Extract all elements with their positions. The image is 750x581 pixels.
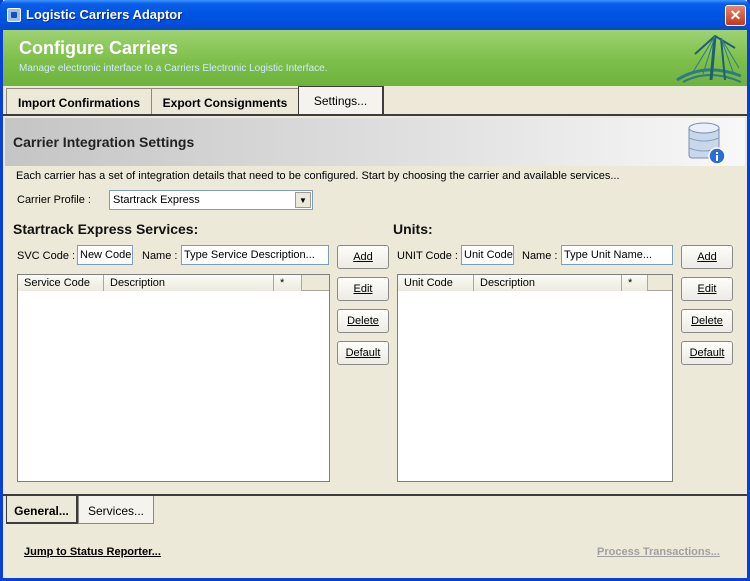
services-heading: Startrack Express Services: bbox=[13, 221, 199, 237]
unit-default-button[interactable]: Default bbox=[681, 341, 733, 365]
close-icon: ✕ bbox=[729, 7, 742, 23]
svc-code-label: SVC Code : bbox=[17, 250, 76, 262]
unit-name-label: Name : bbox=[522, 250, 558, 262]
bottom-tab-strip: General... Services... bbox=[3, 494, 747, 524]
unit-delete-button[interactable]: Delete bbox=[681, 309, 733, 333]
unit-default-label: Default bbox=[689, 347, 725, 359]
tab-import-confirmations[interactable]: Import Confirmations bbox=[6, 88, 152, 114]
dropdown-arrow-icon[interactable]: ▼ bbox=[295, 192, 311, 208]
unit-edit-label: Edit bbox=[697, 283, 717, 295]
svc-code-input[interactable]: New Code bbox=[77, 245, 133, 265]
unit-add-label: Add bbox=[697, 251, 717, 263]
column-service-code[interactable]: Service Code bbox=[18, 275, 104, 291]
carrier-profile-select[interactable]: Startrack Express ▼ bbox=[109, 190, 313, 210]
section-description: Each carrier has a set of integration de… bbox=[16, 170, 620, 182]
column-unit-star[interactable]: * bbox=[622, 275, 648, 291]
page-subtitle: Manage electronic interface to a Carrier… bbox=[19, 63, 328, 74]
services-list[interactable]: Service Code Description * bbox=[17, 274, 330, 482]
window-title: Logistic Carriers Adaptor bbox=[26, 7, 183, 22]
unit-code-input[interactable]: Unit Code bbox=[461, 245, 514, 265]
unit-code-label: UNIT Code : bbox=[397, 250, 458, 262]
tab-settings[interactable]: Settings... bbox=[298, 86, 384, 114]
carrier-profile-label: Carrier Profile : bbox=[17, 194, 91, 206]
unit-name-input[interactable]: Type Unit Name... bbox=[561, 245, 673, 265]
svc-add-label: Add bbox=[353, 251, 373, 263]
svc-default-button[interactable]: Default bbox=[337, 341, 389, 365]
services-list-header: Service Code Description * bbox=[18, 275, 329, 291]
title-bar[interactable]: Logistic Carriers Adaptor ✕ bbox=[0, 0, 750, 30]
svc-edit-label: Edit bbox=[353, 283, 373, 295]
column-unit-code[interactable]: Unit Code bbox=[398, 275, 474, 291]
section-title: Carrier Integration Settings bbox=[13, 134, 195, 150]
svc-delete-button[interactable]: Delete bbox=[337, 309, 389, 333]
header-banner: Configure Carriers Manage electronic int… bbox=[3, 30, 747, 86]
svc-name-input[interactable]: Type Service Description... bbox=[181, 245, 329, 265]
carrier-profile-value: Startrack Express bbox=[113, 194, 200, 206]
column-unit-description[interactable]: Description bbox=[474, 275, 622, 291]
svc-edit-button[interactable]: Edit bbox=[337, 277, 389, 301]
svc-add-button[interactable]: Add bbox=[337, 245, 389, 269]
tab-general[interactable]: General... bbox=[6, 496, 78, 524]
unit-edit-button[interactable]: Edit bbox=[681, 277, 733, 301]
process-transactions-link[interactable]: Process Transactions... bbox=[597, 546, 720, 558]
units-list-header: Unit Code Description * bbox=[398, 275, 672, 291]
unit-add-button[interactable]: Add bbox=[681, 245, 733, 269]
app-icon bbox=[7, 8, 21, 22]
svc-name-label: Name : bbox=[142, 250, 178, 262]
tab-services[interactable]: Services... bbox=[78, 496, 154, 524]
units-list[interactable]: Unit Code Description * bbox=[397, 274, 673, 482]
section-header: Carrier Integration Settings bbox=[5, 118, 745, 166]
tab-export-consignments[interactable]: Export Consignments bbox=[151, 88, 299, 114]
close-button[interactable]: ✕ bbox=[725, 5, 746, 26]
svc-default-label: Default bbox=[345, 347, 381, 359]
column-description[interactable]: Description bbox=[104, 275, 274, 291]
units-heading: Units: bbox=[393, 221, 433, 237]
page-title: Configure Carriers bbox=[19, 38, 179, 58]
bridge-logo-icon bbox=[676, 34, 742, 83]
svc-delete-label: Delete bbox=[347, 315, 379, 327]
column-star[interactable]: * bbox=[274, 275, 302, 291]
database-icon bbox=[688, 122, 726, 165]
jump-to-status-reporter-link[interactable]: Jump to Status Reporter... bbox=[24, 546, 161, 558]
top-tab-strip: Import Confirmations Export Consignments… bbox=[3, 86, 747, 114]
unit-delete-label: Delete bbox=[691, 315, 723, 327]
